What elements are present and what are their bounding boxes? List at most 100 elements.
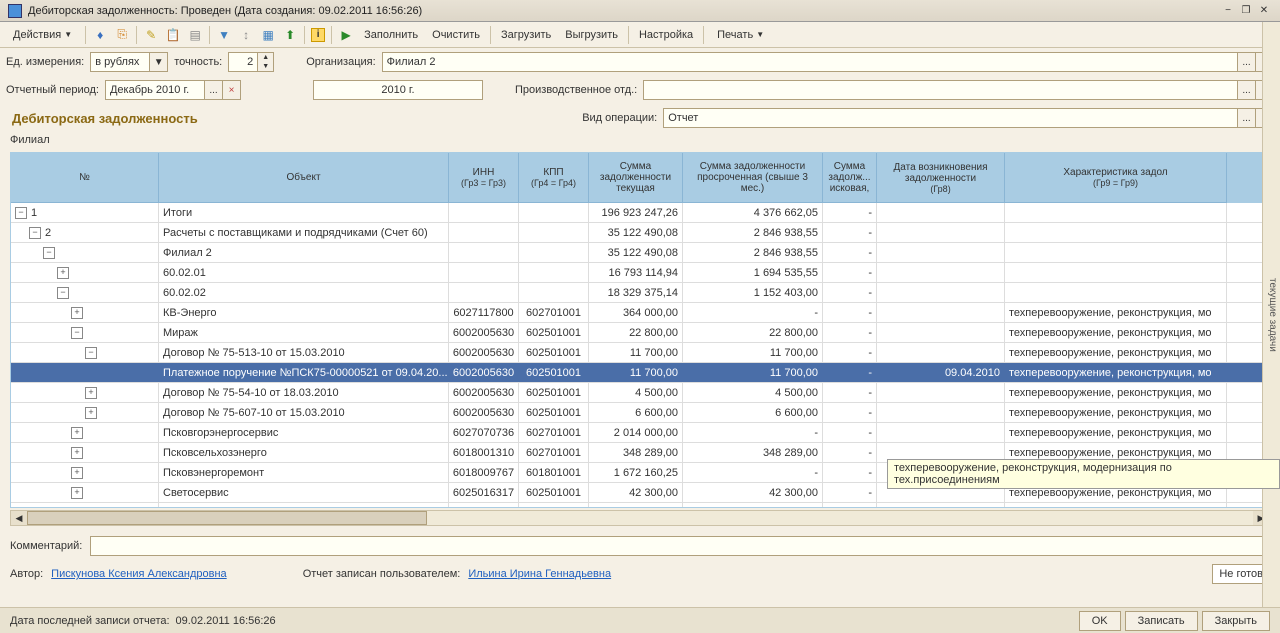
fill-button[interactable]: Заполнить (360, 27, 422, 43)
table-row[interactable]: +Договор № 75-607-10 от 15.03.2010600200… (11, 403, 1269, 423)
doc-icon[interactable]: ▤ (187, 27, 203, 43)
table-row[interactable]: Платежное поручение №ПСК75-00000521 от 0… (11, 363, 1269, 383)
prod-select-btn[interactable]: ... (1238, 80, 1256, 100)
calendar-icon[interactable]: ▦ (260, 27, 276, 43)
col-num[interactable]: № (11, 153, 159, 203)
table-row[interactable]: +Договор № 75-54-10 от 18.03.20106002005… (11, 383, 1269, 403)
saved-link[interactable]: Ильина Ирина Геннадьевна (468, 568, 611, 580)
cell: - (823, 203, 877, 222)
expand-icon[interactable]: + (71, 507, 83, 509)
horizontal-scrollbar[interactable]: ◀ ▶ (10, 510, 1270, 526)
col-char[interactable]: Характеристика задол(Гр9 = Гр9) (1005, 153, 1227, 203)
table-row[interactable]: −Филиал 235 122 490,082 846 938,55- (11, 243, 1269, 263)
cell (877, 283, 1005, 302)
expand-icon[interactable]: + (57, 267, 69, 279)
maximize-button[interactable]: ❐ (1238, 4, 1254, 18)
save-button[interactable]: Записать (1125, 611, 1198, 631)
expand-icon[interactable]: + (85, 387, 97, 399)
paste-icon[interactable]: 📋 (165, 27, 181, 43)
collapse-icon[interactable]: − (57, 287, 69, 299)
expand-icon[interactable]: + (71, 467, 83, 479)
table-row[interactable]: −Договор № 75-513-10 от 15.03.2010600200… (11, 343, 1269, 363)
period-clear-btn[interactable]: × (223, 80, 241, 100)
author-link[interactable]: Пискунова Ксения Александровна (51, 568, 227, 580)
ok-button[interactable]: OK (1079, 611, 1121, 631)
row-num-cell: + (11, 423, 159, 442)
cell: 601801001 (519, 463, 589, 482)
export-icon[interactable]: ⬆ (282, 27, 298, 43)
cell: Платежное поручение №ПСК75-00000521 от 0… (159, 363, 449, 382)
col-sum[interactable]: Сумма задолженности текущая (589, 153, 683, 203)
minimize-button[interactable]: − (1220, 4, 1236, 18)
col-isk[interactable]: Сумма задолж... исковая, (823, 153, 877, 203)
row-num-cell: + (11, 503, 159, 508)
row-num-cell: − (11, 343, 159, 362)
table-row[interactable]: −2Расчеты с поставщиками и подрядчиками … (11, 223, 1269, 243)
table-row[interactable]: −1Итоги196 923 247,264 376 662,05- (11, 203, 1269, 223)
row-num-cell: − (11, 243, 159, 262)
table-row[interactable]: −Мираж600200563060250100122 800,0022 800… (11, 323, 1269, 343)
col-kpp[interactable]: КПП(Гр4 = Гр4) (519, 153, 589, 203)
period-field[interactable]: Декабрь 2010 г. (105, 80, 205, 100)
load-button[interactable]: Загрузить (497, 27, 555, 43)
expand-icon[interactable]: + (71, 487, 83, 499)
precision-field[interactable]: 2 (228, 52, 258, 72)
unit-dropdown-btn[interactable]: ▼ (150, 52, 168, 72)
filter-icon[interactable]: ▼ (216, 27, 232, 43)
col-inn[interactable]: ИНН(Гр3 = Гр3) (449, 153, 519, 203)
window-title: Дебиторская задолженность: Проведен (Дат… (28, 5, 1220, 17)
unit-field[interactable]: в рублях (90, 52, 150, 72)
comment-field[interactable] (90, 536, 1270, 556)
cell: 6002005630 (449, 323, 519, 342)
expand-icon[interactable]: + (71, 427, 83, 439)
actions-dropdown[interactable]: Действия ▼ (6, 26, 79, 44)
col-obj[interactable]: Объект (159, 153, 449, 203)
close-button[interactable]: ✕ (1256, 4, 1272, 18)
new-icon[interactable]: ✎ (143, 27, 159, 43)
optype-select-btn[interactable]: ... (1238, 108, 1256, 128)
sort-icon[interactable]: ↕ (238, 27, 254, 43)
org-field[interactable]: Филиал 2 (382, 52, 1238, 72)
collapse-icon[interactable]: − (71, 327, 83, 339)
table-row[interactable]: −60.02.0218 329 375,141 152 403,00- (11, 283, 1269, 303)
side-panel-tab[interactable]: текущие задачи (1262, 22, 1280, 607)
cell (877, 323, 1005, 342)
table-row[interactable]: +60.02.0116 793 114,941 694 535,55- (11, 263, 1269, 283)
cell (877, 243, 1005, 262)
collapse-icon[interactable]: − (29, 227, 41, 239)
scroll-left-btn[interactable]: ◀ (11, 511, 27, 525)
table-row[interactable]: +Псковгорэнергосервис6027070736602701001… (11, 423, 1269, 443)
unload-button[interactable]: Выгрузить (561, 27, 622, 43)
table-row[interactable]: +КВ-Энерго6027117800602701001364 000,00-… (11, 303, 1269, 323)
col-over[interactable]: Сумма задолженности просроченная (свыше … (683, 153, 823, 203)
footer: Дата последней записи отчета: 09.02.2011… (0, 607, 1280, 633)
info-icon[interactable]: i (311, 28, 325, 42)
year-field[interactable]: 2010 г. (313, 80, 483, 100)
collapse-icon[interactable]: − (85, 347, 97, 359)
expand-icon[interactable]: + (71, 307, 83, 319)
cell: 6018009767 (449, 463, 519, 482)
org-select-btn[interactable]: ... (1238, 52, 1256, 72)
refresh-icon[interactable]: ♦ (92, 27, 108, 43)
prod-field[interactable] (643, 80, 1238, 100)
collapse-icon[interactable]: − (43, 247, 55, 259)
print-dropdown[interactable]: Печать ▼ (710, 26, 771, 44)
unit-label: Ед. измерения: (6, 56, 84, 68)
period-select-btn[interactable]: ... (205, 80, 223, 100)
close-form-button[interactable]: Закрыть (1202, 611, 1270, 631)
expand-icon[interactable]: + (71, 447, 83, 459)
clear-button[interactable]: Очистить (428, 27, 484, 43)
cell: техперевооружение, реконструкция, мо (1005, 363, 1227, 382)
precision-spinner[interactable]: ▲▼ (258, 52, 274, 72)
cell: - (823, 383, 877, 402)
copy-icon[interactable]: ⎘ (114, 27, 130, 43)
cell: 602701001 (519, 423, 589, 442)
settings-button[interactable]: Настройка (635, 27, 697, 43)
col-date[interactable]: Дата возникновения задолженности(Гр8) (877, 153, 1005, 203)
play-icon[interactable]: ▶ (338, 27, 354, 43)
table-row[interactable]: +Севзапэнерго ХК472002063247200100110 66… (11, 503, 1269, 508)
expand-icon[interactable]: + (85, 407, 97, 419)
optype-field[interactable]: Отчет (663, 108, 1238, 128)
scroll-thumb[interactable] (27, 511, 427, 525)
collapse-icon[interactable]: − (15, 207, 27, 219)
